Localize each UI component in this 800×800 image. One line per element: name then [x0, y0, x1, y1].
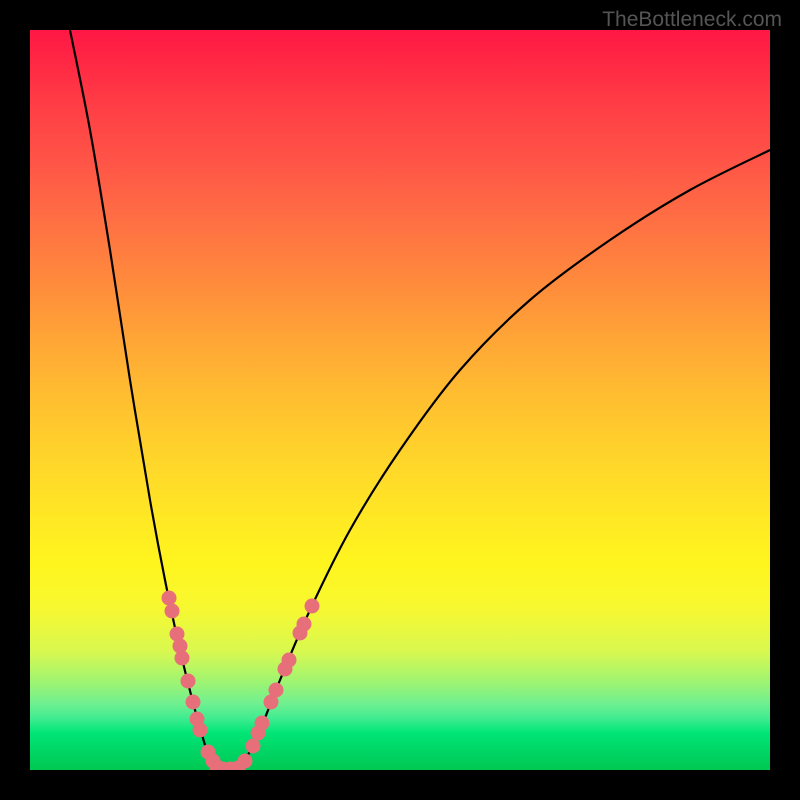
marker-point — [181, 674, 196, 689]
marker-point — [269, 683, 284, 698]
marker-point — [175, 651, 190, 666]
marker-point — [297, 617, 312, 632]
watermark-text: TheBottleneck.com — [602, 8, 782, 32]
marker-point — [162, 591, 177, 606]
marker-point — [238, 754, 253, 769]
marker-point — [282, 653, 297, 668]
marker-point — [305, 599, 320, 614]
marker-point — [255, 716, 270, 731]
left-curve — [70, 30, 218, 770]
chart-container: TheBottleneck.com — [0, 0, 800, 800]
marker-point — [165, 604, 180, 619]
right-curve-path — [235, 150, 770, 770]
plot-area — [30, 30, 770, 770]
left-curve-path — [70, 30, 218, 770]
curve-svg — [30, 30, 770, 770]
right-curve — [235, 150, 770, 770]
markers-group — [162, 591, 320, 771]
marker-point — [186, 695, 201, 710]
marker-point — [246, 739, 261, 754]
marker-point — [193, 723, 208, 738]
